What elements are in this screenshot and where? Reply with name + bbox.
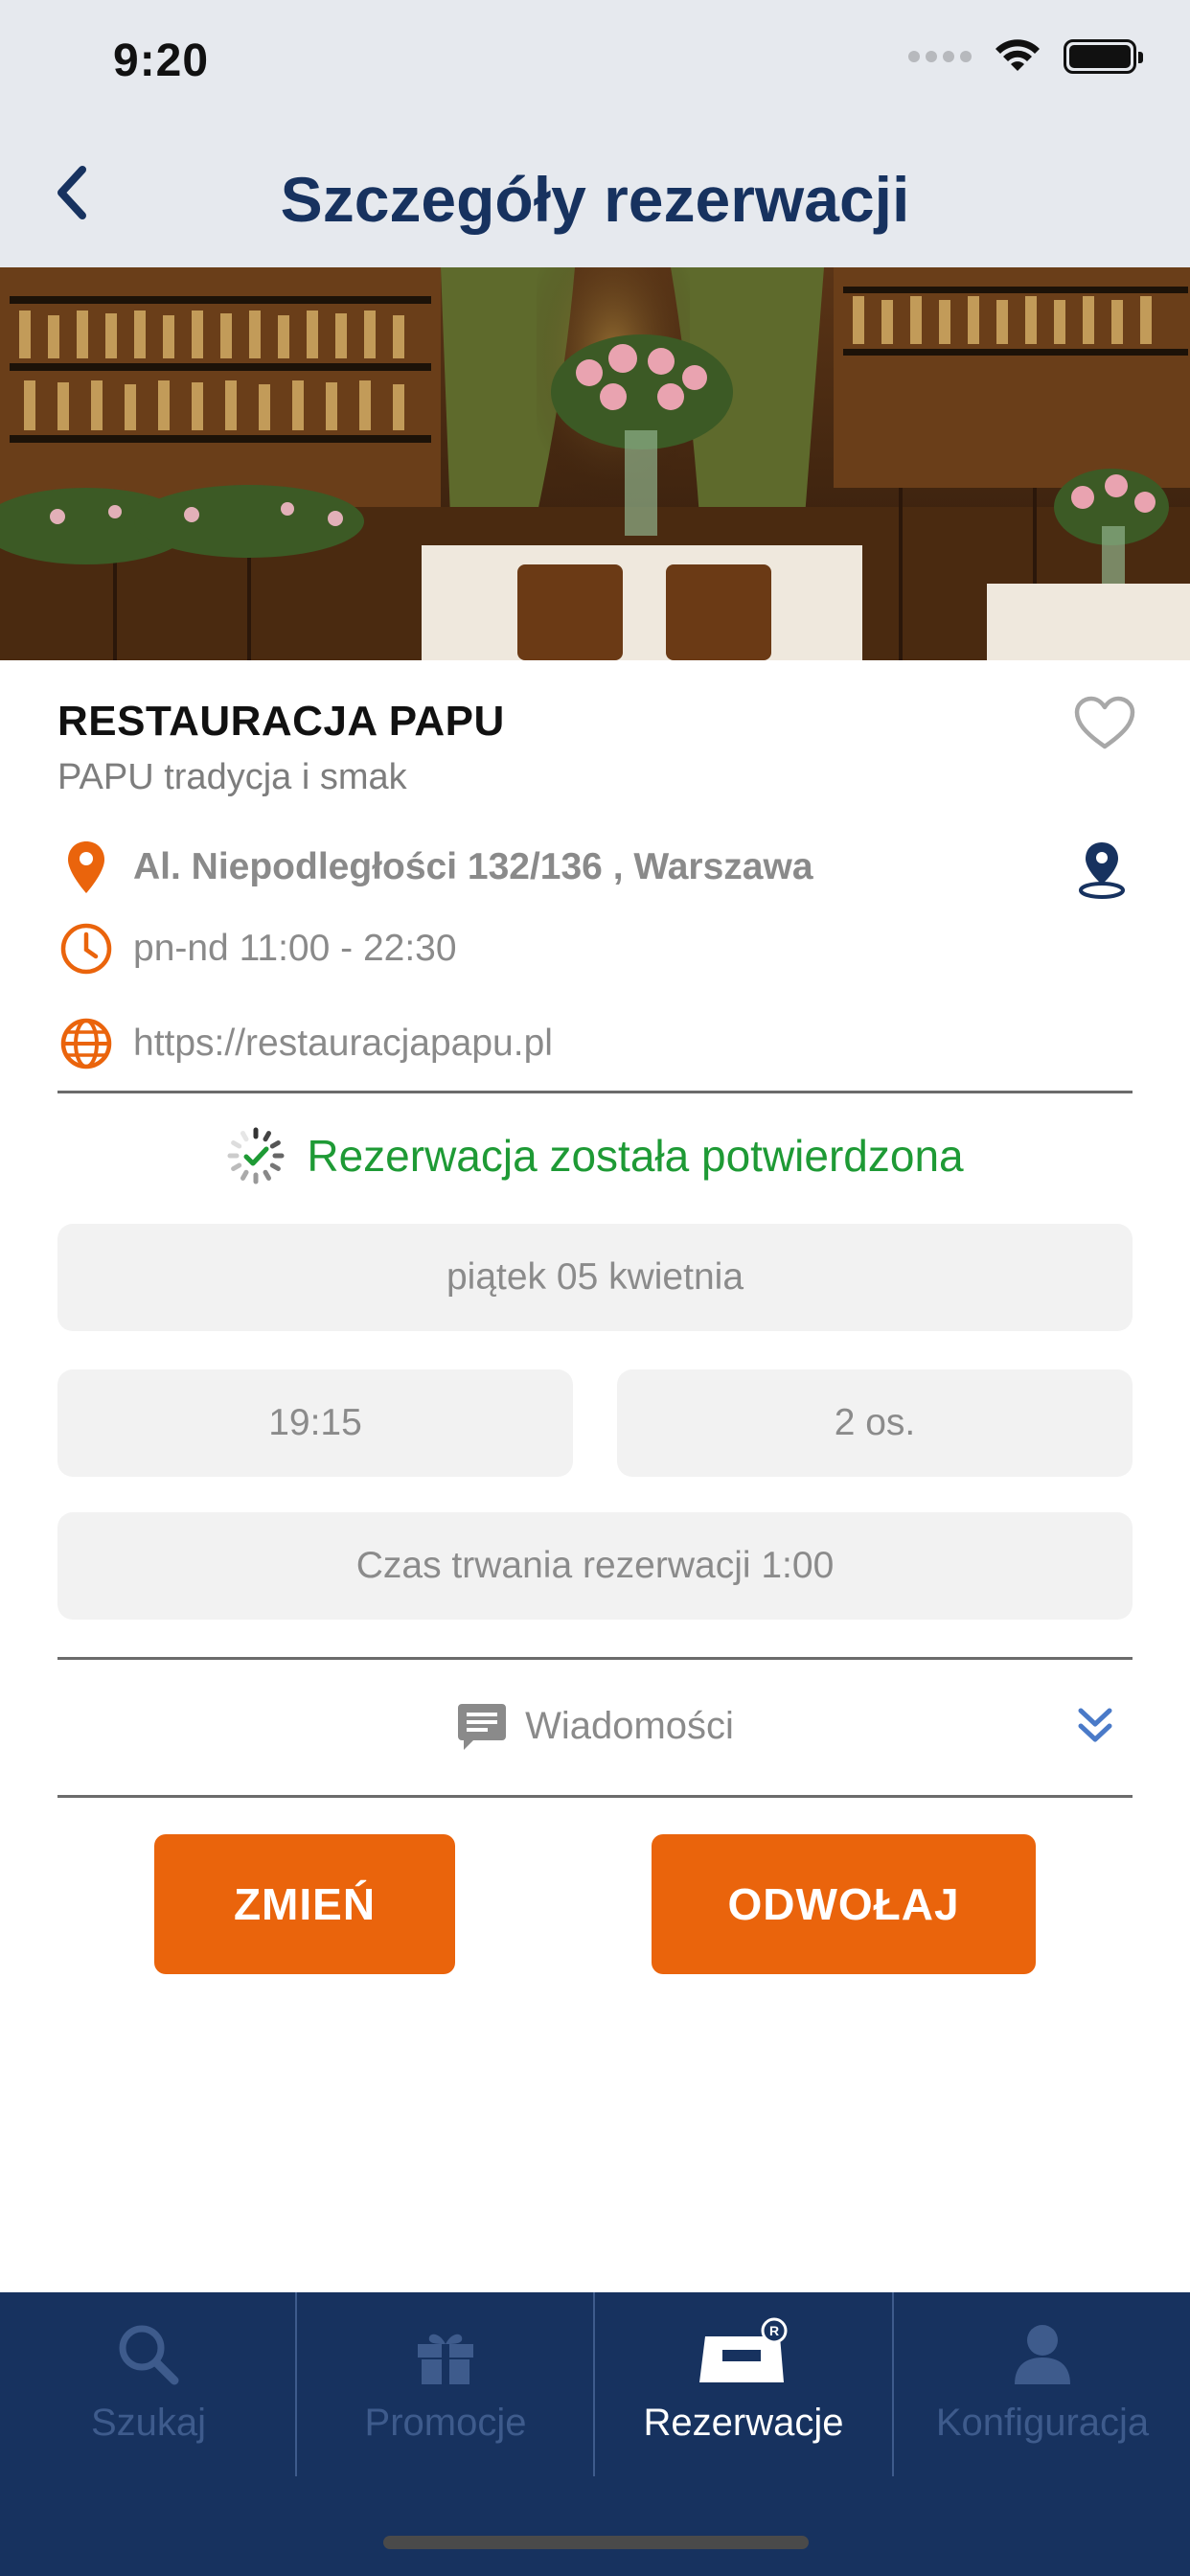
nav-item-promotions[interactable]: Promocje: [297, 2292, 594, 2480]
restaurant-photo: [0, 267, 1190, 660]
user-icon: [1015, 2325, 1070, 2384]
cancel-button[interactable]: ODWOŁAJ: [652, 1834, 1036, 1974]
address-row: Al. Niepodległości 132/136 , Warszawa: [57, 839, 813, 896]
guests-field[interactable]: 2 os.: [617, 1369, 1133, 1477]
divider: [57, 1091, 1133, 1093]
bottom-nav: Szukaj Promocje R Rezerwacje Konfiguracj…: [0, 2292, 1190, 2576]
wifi-icon: [995, 39, 1040, 71]
nav-item-settings[interactable]: Konfiguracja: [894, 2292, 1190, 2480]
heart-icon: [1074, 696, 1135, 749]
hours-row: pn-nd 11:00 - 22:30: [57, 920, 457, 978]
nav-label: Szukaj: [90, 2402, 207, 2444]
website-link[interactable]: https://restauracjapapu.pl: [133, 1023, 553, 1065]
change-button[interactable]: ZMIEŃ: [154, 1834, 455, 1974]
map-button[interactable]: [1073, 839, 1131, 900]
nav-label: Konfiguracja: [935, 2402, 1150, 2444]
nav-label: Promocje: [364, 2402, 527, 2444]
nav-label: Rezerwacje: [643, 2402, 844, 2444]
address-text: Al. Niepodległości 132/136 , Warszawa: [133, 846, 813, 887]
gift-icon: [418, 2334, 473, 2384]
opening-hours: pn-nd 11:00 - 22:30: [133, 928, 457, 969]
status-time: 9:20: [113, 35, 210, 86]
home-indicator: [383, 2536, 809, 2549]
restaurant-tagline: PAPU tradycja i smak: [57, 757, 407, 797]
screen: 9:20 Szczegóły rezerwacji RESTAURACJA PA…: [0, 0, 1190, 2576]
battery-icon: [1064, 39, 1143, 74]
location-pin-icon: [68, 841, 104, 893]
status-icons: [908, 38, 1143, 75]
divider: [57, 1795, 1133, 1798]
clock-icon: [60, 923, 112, 975]
page-title: Szczegóły rezerwacji: [280, 164, 910, 235]
map-location-icon: [1079, 842, 1125, 899]
message-icon: [458, 1704, 507, 1750]
messages-label: Wiadomości: [525, 1704, 734, 1747]
reservation-icon: R: [699, 2317, 788, 2382]
divider: [57, 1657, 1133, 1660]
top-bar: 9:20 Szczegóły rezerwacji: [0, 0, 1190, 267]
svg-text:R: R: [769, 2323, 779, 2338]
search-icon: [119, 2325, 179, 2385]
website-row[interactable]: https://restauracjapapu.pl: [57, 1015, 553, 1072]
confirmed-check-icon: [227, 1127, 285, 1184]
time-field[interactable]: 19:15: [57, 1369, 573, 1477]
double-chevron-down-icon: [1078, 1708, 1112, 1742]
restaurant-interior-image: [0, 267, 1190, 660]
favorite-button[interactable]: [1073, 695, 1136, 752]
status-text: Rezerwacja została potwierdzona: [307, 1131, 964, 1181]
nav-item-reservations[interactable]: R Rezerwacje: [595, 2292, 892, 2480]
restaurant-name: RESTAURACJA PAPU: [57, 698, 505, 745]
signal-icon: [908, 51, 972, 62]
reservation-status: Rezerwacja została potwierdzona: [0, 1126, 1190, 1185]
messages-toggle[interactable]: Wiadomości: [57, 1661, 1133, 1791]
nav-item-search[interactable]: Szukaj: [0, 2292, 297, 2480]
duration-field: Czas trwania rezerwacji 1:00: [57, 1512, 1133, 1620]
globe-icon: [60, 1018, 112, 1070]
date-field[interactable]: piątek 05 kwietnia: [57, 1224, 1133, 1331]
